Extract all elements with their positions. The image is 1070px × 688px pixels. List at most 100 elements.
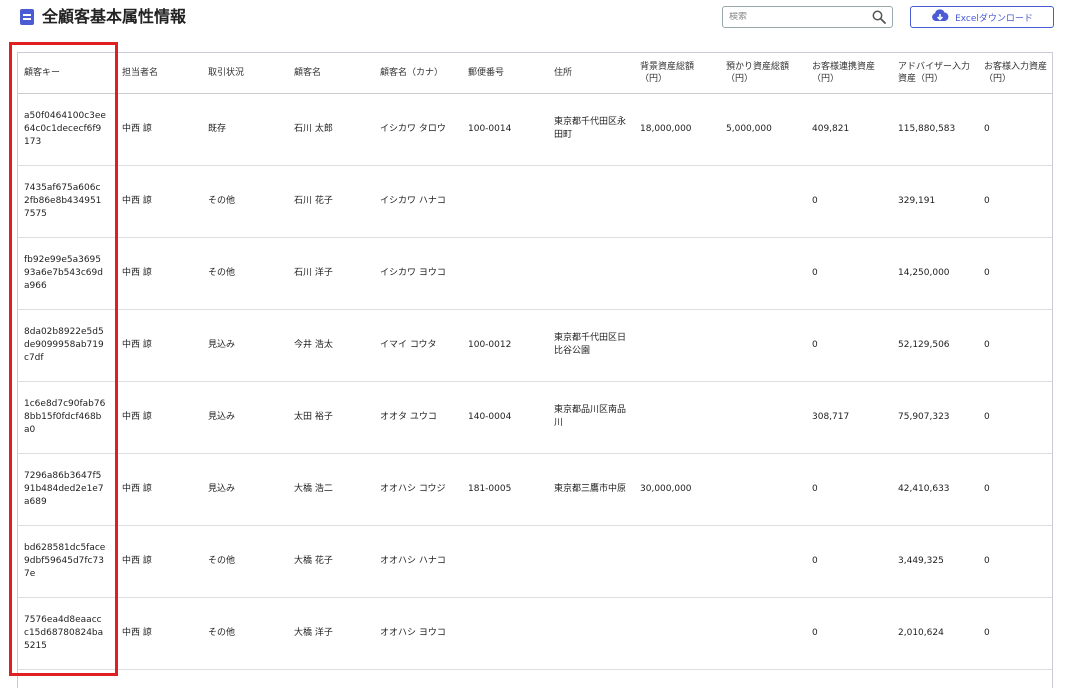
table-cell: その他 <box>202 597 288 670</box>
table-cell: 3,449,325 <box>892 525 978 598</box>
column-header[interactable]: 顧客名（カナ） <box>374 53 462 94</box>
table-cell: 東京都三鷹市中原 <box>548 453 634 526</box>
table-cell: 石川 洋子 <box>288 237 374 310</box>
column-header[interactable]: お客様入力資産（円） <box>978 53 1052 94</box>
table-cell: 5,000,000 <box>720 93 806 166</box>
table-cell: 30,000,000 <box>634 453 720 526</box>
table-cell <box>720 597 806 670</box>
table-cell: 0 <box>978 237 1052 310</box>
column-header[interactable]: 郵便番号 <box>462 53 548 94</box>
table-row[interactable]: 7296a86b3647f591b484ded2e1e7a689 中西 諒見込み大… <box>18 453 1052 526</box>
table-cell <box>462 597 548 670</box>
table-cell: bd628581dc5face9dbf59645d7fc737e <box>18 525 116 598</box>
table-cell: 大橋 浩二 <box>288 453 374 526</box>
search-icon[interactable] <box>872 10 886 24</box>
table-cell: イシカワ ハナコ <box>374 165 462 238</box>
table-cell: 石川 花子 <box>288 165 374 238</box>
table-cell: 太田 裕子 <box>288 381 374 454</box>
table-cell: その他 <box>202 165 288 238</box>
table-row[interactable]: 7576ea4d8eaaccc15d68780824ba5215 中西 諒その他大… <box>18 597 1052 670</box>
table-cell: 140-0004 <box>462 381 548 454</box>
table-cell: 0 <box>978 93 1052 166</box>
excel-download-button[interactable]: Excelダウンロード <box>910 6 1054 28</box>
table-cell: 大橋 花子 <box>288 525 374 598</box>
table-cell: 0 <box>978 381 1052 454</box>
table-cell: 0 <box>806 453 892 526</box>
table-cell: 0 <box>978 453 1052 526</box>
table-cell: 7296a86b3647f591b484ded2e1e7a689 <box>18 453 116 526</box>
excel-download-label: Excelダウンロード <box>955 13 1033 24</box>
page-header: 全顧客基本属性情報 <box>20 6 186 28</box>
table-cell <box>634 597 720 670</box>
customer-attributes-page: 全顧客基本属性情報 Excelダウンロード 顧客キー担当者名取引状況顧客名顧客名… <box>0 0 1070 688</box>
table-cell: 7576ea4d8eaaccc15d68780824ba5215 <box>18 597 116 670</box>
column-header[interactable]: 住所 <box>548 53 634 94</box>
page-title: 全顧客基本属性情報 <box>42 7 187 26</box>
column-header[interactable]: 担当者名 <box>116 53 202 94</box>
table-cell: 中西 諒 <box>116 453 202 526</box>
column-header[interactable]: お客様連携資産（円） <box>806 53 892 94</box>
table-cell: 100-0014 <box>462 93 548 166</box>
cloud-download-icon <box>931 9 949 25</box>
column-header[interactable]: 背景資産総額（円） <box>634 53 720 94</box>
table-cell: fb92e99e5a369593a6e7b543c69da966 <box>18 237 116 310</box>
table-cell <box>634 309 720 382</box>
search-input[interactable] <box>729 12 872 22</box>
column-header[interactable]: 顧客キー <box>18 53 116 94</box>
table-cell: 中西 諒 <box>116 93 202 166</box>
table-cell: イマイ コウタ <box>374 309 462 382</box>
table-cell: 0 <box>978 597 1052 670</box>
table-cell: 東京都千代田区永田町 <box>548 93 634 166</box>
table-cell: 18,000,000 <box>634 93 720 166</box>
table-cell: 中西 諒 <box>116 597 202 670</box>
table-row[interactable]: fb92e99e5a369593a6e7b543c69da966 中西 諒その他石… <box>18 237 1052 310</box>
column-header[interactable]: 顧客名 <box>288 53 374 94</box>
table-cell <box>548 237 634 310</box>
table-cell: 中西 諒 <box>116 237 202 310</box>
search-box[interactable] <box>722 6 893 28</box>
table-row[interactable]: 7435af675a606c2fb86e8b4349517575 中西 諒その他石… <box>18 165 1052 238</box>
table-cell: 0 <box>978 309 1052 382</box>
table-cell: 大橋 洋子 <box>288 597 374 670</box>
table-cell: 今井 浩太 <box>288 309 374 382</box>
table-cell: 0 <box>806 525 892 598</box>
table-cell: 東京都千代田区日比谷公園 <box>548 309 634 382</box>
table-cell: その他 <box>202 237 288 310</box>
column-header[interactable]: 預かり資産総額（円） <box>720 53 806 94</box>
table-cell: 見込み <box>202 453 288 526</box>
table-cell: 既存 <box>202 93 288 166</box>
table-cell <box>634 381 720 454</box>
table-cell: 115,880,583 <box>892 93 978 166</box>
column-header[interactable]: 取引状況 <box>202 53 288 94</box>
table-cell: 見込み <box>202 309 288 382</box>
table-cell: 中西 諒 <box>116 165 202 238</box>
table-cell: 409,821 <box>806 93 892 166</box>
table-row[interactable]: 8da02b8922e5d5de9099958ab719c7df 中西 諒見込み今… <box>18 309 1052 382</box>
table-cell: 中西 諒 <box>116 309 202 382</box>
table-cell: 石川 太郎 <box>288 93 374 166</box>
table-cell: 1c6e8d7c90fab768bb15f0fdcf468ba0 <box>18 381 116 454</box>
table-cell <box>634 237 720 310</box>
table-cell: 0 <box>806 597 892 670</box>
table-row[interactable]: 1c6e8d7c90fab768bb15f0fdcf468ba0 中西 諒見込み太… <box>18 381 1052 454</box>
table-cell: 0 <box>806 237 892 310</box>
table-cell <box>720 309 806 382</box>
table-row[interactable]: a50f0464100c3ee64c0c1dececf6f9173 中西 諒既存石… <box>18 93 1052 166</box>
table-row[interactable]: bd628581dc5face9dbf59645d7fc737e 中西 諒その他大… <box>18 525 1052 598</box>
table-cell: 52,129,506 <box>892 309 978 382</box>
customer-table: 顧客キー 担当者名 取引状況 顧客名 顧客名（カナ） 郵便番号 住所 背景資産総額（円） 預かり… <box>18 53 1052 670</box>
table-cell <box>548 165 634 238</box>
column-header[interactable]: アドバイザー入力資産（円） <box>892 53 978 94</box>
table-cell: その他 <box>202 525 288 598</box>
table-cell <box>548 597 634 670</box>
table-cell <box>634 165 720 238</box>
table-cell <box>720 165 806 238</box>
table-cell: 見込み <box>202 381 288 454</box>
table-cell: 329,191 <box>892 165 978 238</box>
table-cell <box>548 525 634 598</box>
table-cell <box>634 525 720 598</box>
table-cell: 308,717 <box>806 381 892 454</box>
table-cell: 75,907,323 <box>892 381 978 454</box>
table-cell: 0 <box>978 165 1052 238</box>
customer-table-container: 顧客キー 担当者名 取引状況 顧客名 顧客名（カナ） 郵便番号 住所 背景資産総額（円） 預かり… <box>17 52 1053 688</box>
